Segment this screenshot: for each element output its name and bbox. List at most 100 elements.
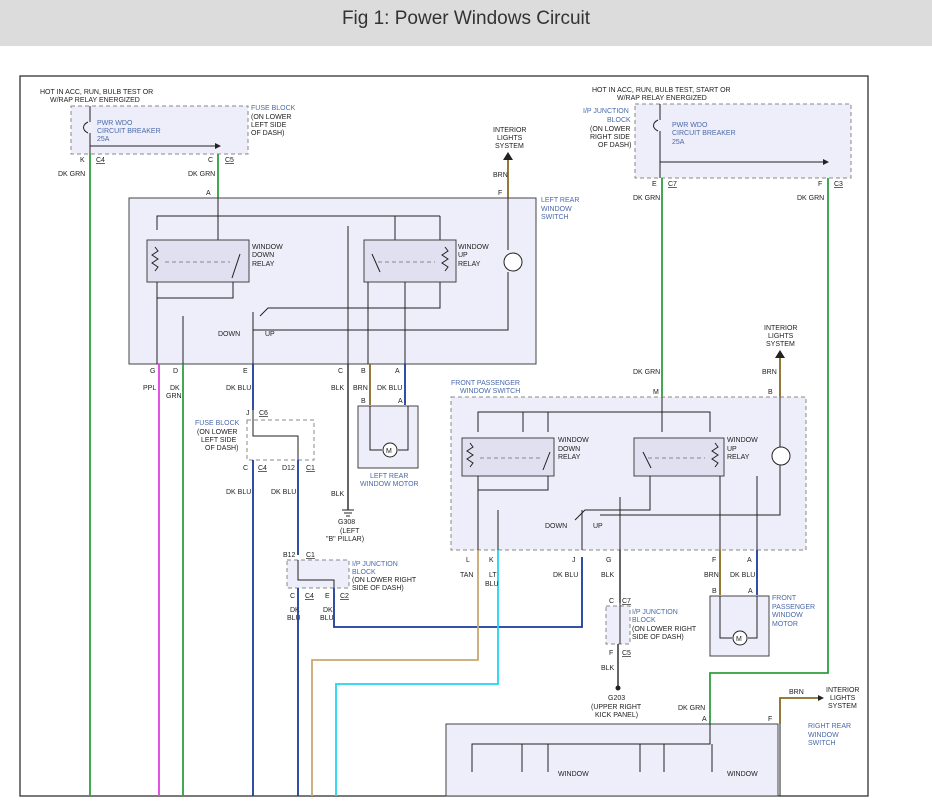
fuse-block-label3: LEFT SIDE: [251, 122, 287, 129]
lr-motor-m: M: [386, 448, 392, 455]
right-rear-window-switch: [445, 723, 779, 797]
front-passenger-window-motor: [709, 595, 770, 657]
wire-label-dk-blu-c4: DK BLU: [226, 489, 251, 496]
pin-j-fp: J: [572, 557, 576, 564]
wire-label-blk-g308: BLK: [331, 491, 345, 498]
pin-b-fpm: B: [712, 588, 717, 595]
g308-label2: (LEFT: [340, 528, 360, 535]
pin-a-fp: A: [747, 557, 752, 564]
wire-label-brn-rr: BRN: [789, 689, 804, 696]
fb2-label2: (ON LOWER: [197, 429, 237, 436]
interior-lights-r3: SYSTEM: [766, 341, 795, 348]
ipjb-left: [286, 559, 350, 589]
hot-left-line1: HOT IN ACC, RUN, BULB TEST OR: [40, 89, 153, 96]
conn-c1-ipjb: C1: [306, 552, 315, 559]
lr-switch-up: UP: [265, 331, 275, 338]
ipjb-r-label5: OF DASH): [598, 142, 631, 149]
pin-f-r: F: [818, 181, 822, 188]
fp-window-up-relay: [633, 437, 725, 477]
hot-right-line2: W/RAP RELAY ENERGIZED: [617, 95, 707, 102]
lr-window-down-relay: [146, 239, 250, 283]
lamp-icon: [503, 252, 523, 272]
interior-lights-r1: INTERIOR: [764, 325, 797, 332]
wire-label-dk-grn-2: DK GRN: [188, 171, 215, 178]
wire-label-brn-fp-f: BRN: [704, 572, 719, 579]
left-rear-window-motor: [357, 405, 419, 469]
pin-a-lr-bottom: A: [395, 368, 400, 375]
interior-lights-r2: LIGHTS: [768, 333, 794, 340]
fp-relay-up-2: UP: [727, 446, 737, 453]
fuse-block-label2: (ON LOWER: [251, 114, 291, 121]
lr-relay-up-3: RELAY: [458, 261, 481, 268]
pin-g-fp: G: [606, 557, 611, 564]
ipjb-label3: (ON LOWER RIGHT: [352, 577, 417, 584]
wire-label-brn-b: BRN: [353, 385, 368, 392]
pin-a-fpm: A: [748, 588, 753, 595]
fp-switch-down: DOWN: [545, 523, 567, 530]
wire-brn-rr: [779, 697, 818, 724]
pin-a-rr: A: [702, 716, 707, 723]
pin-c-lr: C: [338, 368, 343, 375]
pin-j: J: [246, 410, 250, 417]
pin-c: C: [208, 157, 213, 164]
fb2-label4: OF DASH): [205, 445, 238, 452]
lr-motor-label2: WINDOW MOTOR: [360, 481, 419, 488]
conn-c6: C6: [259, 410, 268, 417]
wire-label-grn: GRN: [166, 393, 182, 400]
wire-label-brn-lr: BRN: [493, 172, 508, 179]
conn-c7-ipjb3: C7: [622, 598, 631, 605]
interior-lights-3: SYSTEM: [495, 143, 524, 150]
interior-lights-rr2: LIGHTS: [830, 695, 856, 702]
pin-g: G: [150, 368, 155, 375]
pin-l: L: [466, 557, 470, 564]
fuse-block-label4: OF DASH): [251, 130, 284, 137]
wire-label-blk-fp: BLK: [601, 572, 615, 579]
lr-switch-label1: LEFT REAR: [541, 197, 579, 204]
fp-relay-down-3: RELAY: [558, 454, 581, 461]
rr-relay-up-1: WINDOW: [727, 771, 758, 778]
pin-b12: B12: [283, 552, 296, 559]
pin-c-ipjb3: C: [609, 598, 614, 605]
ipjb-r-label2: BLOCK: [607, 117, 631, 124]
fp-switch-label2: WINDOW SWITCH: [460, 388, 520, 395]
wire-label-blu-fp: BLU: [485, 581, 499, 588]
wire-label-blu-ipjb2: BLU: [320, 615, 334, 622]
fp-motor-label1: FRONT: [772, 595, 797, 602]
pin-c-fb2: C: [243, 465, 248, 472]
g203-label1: G203: [608, 695, 625, 702]
pin-f-ipjb3: F: [609, 650, 613, 657]
wire-label-dk-blu-fp-j: DK BLU: [553, 572, 578, 579]
ipjb-r-label3: (ON LOWER: [590, 126, 630, 133]
conn-c4-ipjb: C4: [305, 593, 314, 600]
ipjb-label4: SIDE OF DASH): [352, 585, 404, 592]
conn-c5-ipjb3: C5: [622, 650, 631, 657]
conn-c1: C1: [306, 465, 315, 472]
interior-lights-1: INTERIOR: [493, 127, 526, 134]
ipjb-blk: [605, 605, 631, 645]
wire-label-dk-grn-r2: DK GRN: [797, 195, 824, 202]
wire-label-tan: TAN: [460, 572, 473, 579]
lr-relay-up-2: UP: [458, 252, 468, 259]
pin-d12: D12: [282, 465, 295, 472]
cb-left-label2: CIRCUIT BREAKER: [97, 128, 161, 135]
g308-label1: G308: [338, 519, 355, 526]
wire-label-dk: DK: [170, 385, 180, 392]
pin-k: K: [80, 157, 85, 164]
wire-label-dk-blu-d12: DK BLU: [271, 489, 296, 496]
fp-lamp-icon: [771, 446, 791, 466]
lr-switch-label3: SWITCH: [541, 214, 569, 221]
rr-switch-label1: RIGHT REAR: [808, 723, 851, 730]
wire-label-dk-blu-e: DK BLU: [226, 385, 251, 392]
lr-relay-down-1: WINDOW: [252, 244, 283, 251]
conn-c5-top: C5: [225, 157, 234, 164]
g203-label2: (UPPER RIGHT: [591, 704, 642, 711]
interior-lights-rr3: SYSTEM: [828, 703, 857, 710]
fp-window-down-relay: [461, 437, 555, 477]
arrow-right-icon: [818, 695, 824, 701]
pin-e: E: [243, 368, 248, 375]
ipjb-r-label1: I/P JUNCTION: [583, 108, 629, 115]
wire-label-dk-grn-r3: DK GRN: [633, 369, 660, 376]
wire-label-ppl: PPL: [143, 385, 156, 392]
rr-switch-label2: WINDOW: [808, 732, 839, 739]
fb2-label3: LEFT SIDE: [201, 437, 237, 444]
